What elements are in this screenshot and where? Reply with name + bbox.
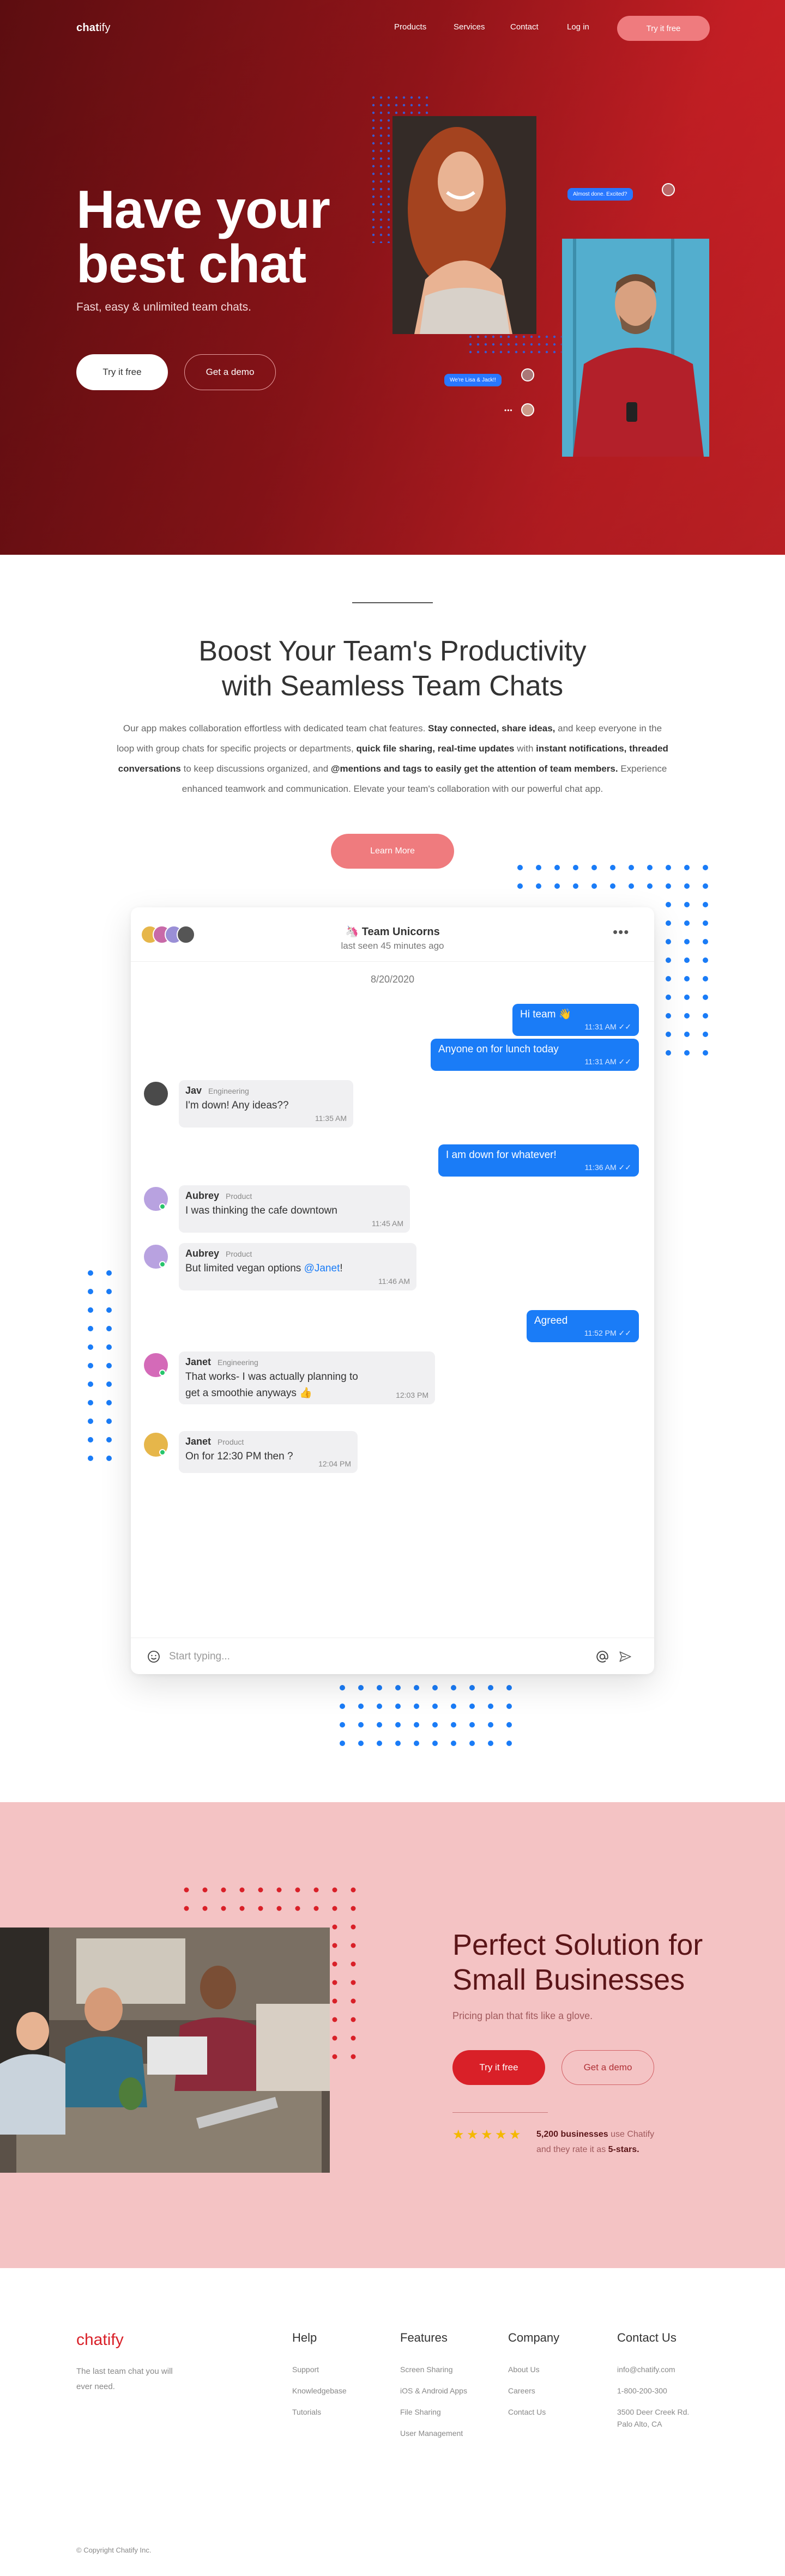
footer: chatify The last team chat you will ever…: [0, 2268, 785, 2576]
body-text: with: [514, 743, 536, 754]
footer-email[interactable]: info@chatify.com: [617, 2363, 675, 2375]
user-avatar-jav: [144, 1082, 168, 1106]
star-icon: ★: [509, 2128, 521, 2142]
body-text: Our app makes collaboration effortless w…: [123, 723, 428, 734]
hero-title: Have your best chat: [76, 179, 330, 294]
footer-link[interactable]: Contact Us: [508, 2406, 546, 2418]
highlight-text: quick file sharing, real-time updates: [356, 743, 515, 754]
body-text: to keep discussions organized, and: [180, 763, 331, 774]
incoming-message: Janet Engineering That works- I was actua…: [179, 1351, 435, 1404]
productivity-text: Our app makes collaboration effortless w…: [114, 718, 671, 799]
mention-link[interactable]: @Janet: [304, 1263, 340, 1274]
online-indicator: [159, 1369, 166, 1376]
message-input[interactable]: [169, 1648, 551, 1665]
outgoing-message: Agreed 11:52 PM ✓✓: [527, 1310, 639, 1342]
dot-grid-bottom: [340, 1685, 512, 1746]
nav-contact[interactable]: Contact: [510, 22, 539, 32]
more-options-icon[interactable]: •••: [613, 924, 629, 941]
footer-heading-company: Company: [508, 2331, 560, 2344]
learn-more-button[interactable]: Learn More: [331, 834, 454, 869]
small-business-subtitle: Pricing plan that fits like a glove.: [452, 2010, 593, 2021]
hero-try-free-button[interactable]: Try it free: [76, 354, 168, 390]
chat-header: 🦄 Team Unicorns last seen 45 minutes ago…: [131, 907, 654, 962]
copyright: © Copyright Chatify Inc.: [76, 2546, 152, 2554]
typing-indicator: •••: [504, 407, 513, 414]
hero-subtitle: Fast, easy & unlimited team chats.: [76, 301, 251, 313]
footer-heading-features: Features: [400, 2331, 448, 2344]
star-icon: ★: [495, 2128, 507, 2142]
nav-login[interactable]: Log in: [567, 22, 589, 32]
chat-window: 🦄 Team Unicorns last seen 45 minutes ago…: [131, 907, 654, 1674]
incoming-message: Janet Product On for 12:30 PM then ? 12:0…: [179, 1431, 358, 1473]
incoming-message: Jav Engineering I'm down! Any ideas?? 11:…: [179, 1080, 353, 1128]
rating-text: 5,200 businesses use Chatify and they rat…: [536, 2130, 655, 2154]
rating-divider: [452, 2112, 548, 2113]
small-business-title: Perfect Solution for Small Businesses: [452, 1929, 703, 1996]
online-indicator: [159, 1203, 166, 1210]
footer-logo[interactable]: chatify: [76, 2331, 124, 2349]
incoming-message: Aubrey Product But limited vegan options …: [179, 1243, 416, 1290]
footer-link[interactable]: Screen Sharing: [400, 2363, 453, 2375]
hero-demo-button[interactable]: Get a demo: [184, 354, 276, 390]
business-demo-button[interactable]: Get a demo: [561, 2050, 654, 2085]
outgoing-message: Hi team 👋 11:31 AM ✓✓: [512, 1004, 639, 1036]
footer-phone: 1-800-200-300: [617, 2386, 667, 2395]
footer-link[interactable]: File Sharing: [400, 2406, 441, 2418]
chat-group-name: 🦄 Team Unicorns: [345, 926, 440, 938]
nav-try-free-button[interactable]: Try it free: [617, 16, 710, 41]
hero-bubble-1: Almost done. Excited?: [567, 188, 633, 201]
incoming-message: Aubrey Product I was thinking the cafe do…: [179, 1185, 410, 1233]
hero-avatar-1: [662, 183, 675, 196]
footer-link[interactable]: Careers: [508, 2385, 535, 2397]
star-icon: ★: [452, 2128, 464, 2142]
hero-avatar-3: [521, 403, 534, 416]
star-icon: ★: [481, 2128, 493, 2142]
hero-photo-man: [562, 239, 709, 457]
logo[interactable]: chatify: [76, 22, 111, 34]
star-icon: ★: [467, 2128, 479, 2142]
footer-link[interactable]: User Management: [400, 2427, 463, 2439]
nav-products[interactable]: Products: [394, 22, 426, 32]
business-try-free-button[interactable]: Try it free: [452, 2050, 545, 2085]
hero-bubble-2: We're Lisa & Jack!!: [444, 374, 502, 386]
online-indicator: [159, 1449, 166, 1456]
nav-services[interactable]: Services: [454, 22, 485, 32]
chat-last-seen: last seen 45 minutes ago: [341, 941, 444, 951]
member-avatar: [177, 925, 195, 944]
hero-section: chatify Products Services Contact Log in…: [0, 0, 785, 555]
footer-link[interactable]: Knowledgebase: [292, 2385, 347, 2397]
footer-link[interactable]: Tutorials: [292, 2406, 321, 2418]
small-business-section: Perfect Solution for Small Businesses Pri…: [0, 1802, 785, 2268]
highlight-text: Stay connected, share ideas,: [428, 723, 555, 734]
emoji-icon[interactable]: [147, 1650, 160, 1663]
chat-composer: [131, 1638, 654, 1674]
hero-dot-grid-bottom: [469, 335, 561, 355]
outgoing-message: I am down for whatever! 11:36 AM ✓✓: [438, 1144, 639, 1177]
footer-heading-contact: Contact Us: [617, 2331, 677, 2344]
send-icon[interactable]: [618, 1650, 632, 1664]
footer-link[interactable]: iOS & Android Apps: [400, 2385, 467, 2397]
hero-photo-woman: [392, 116, 536, 334]
section-divider: [352, 602, 433, 603]
mention-icon[interactable]: [595, 1650, 609, 1664]
productivity-title: Boost Your Team's Productivity with Seaml…: [198, 635, 587, 702]
footer-address-line2: Palo Alto, CA: [617, 2420, 662, 2428]
dot-grid-left: [88, 1270, 112, 1461]
highlight-text: @mentions and tags to easily get the att…: [330, 763, 618, 774]
outgoing-message: Anyone on for lunch today 11:31 AM ✓✓: [431, 1039, 639, 1071]
footer-link[interactable]: Support: [292, 2363, 319, 2375]
footer-link[interactable]: About Us: [508, 2363, 540, 2375]
online-indicator: [159, 1261, 166, 1268]
chat-date: 8/20/2020: [370, 974, 415, 985]
footer-address-line1: 3500 Deer Creek Rd.: [617, 2408, 690, 2416]
footer-tagline: The last team chat you will ever need.: [76, 2367, 173, 2391]
footer-heading-help: Help: [292, 2331, 317, 2344]
hero-avatar-2: [521, 368, 534, 381]
team-photo: [0, 1928, 330, 2173]
